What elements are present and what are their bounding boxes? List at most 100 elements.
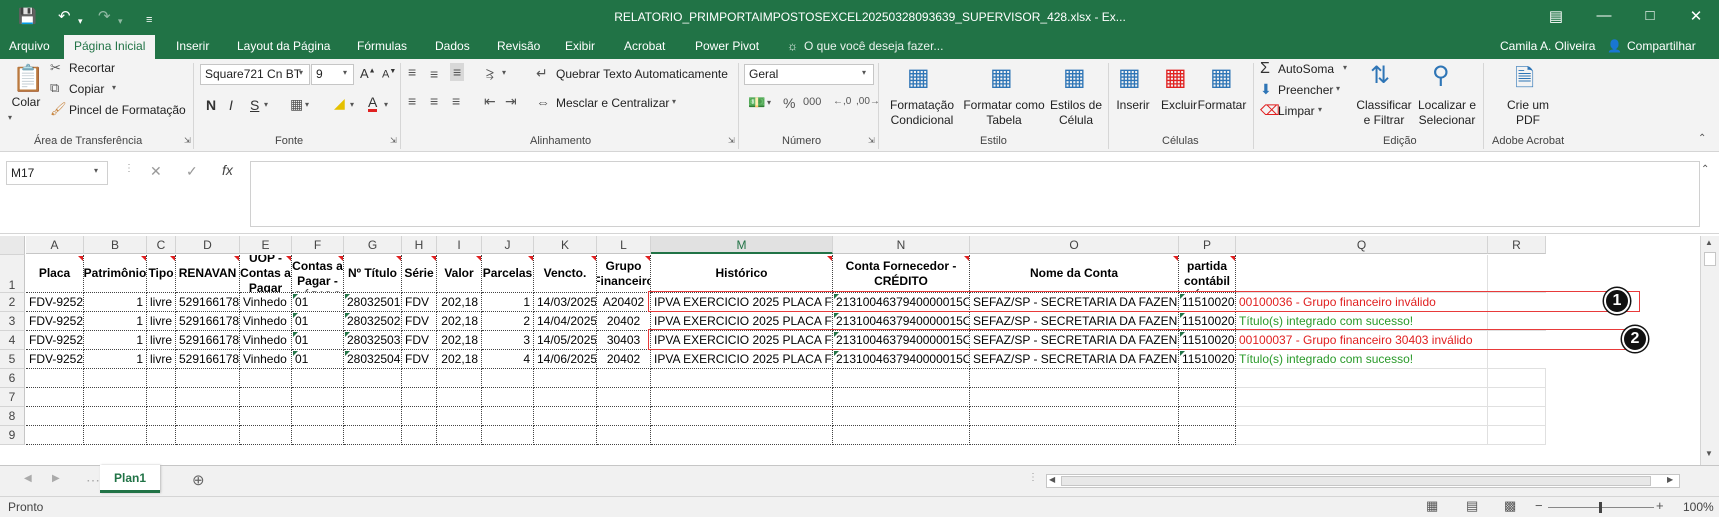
result-message-cell[interactable]: Título(s) integrado com sucesso! (1236, 312, 1488, 331)
vertical-scrollbar[interactable]: ▲ ▼ (1700, 236, 1719, 465)
empty-cell[interactable] (534, 426, 597, 445)
empty-cell[interactable] (147, 426, 176, 445)
sheet-split-icon[interactable]: ⋮ (1028, 472, 1038, 483)
cell-r1[interactable] (1488, 255, 1546, 293)
italic-icon[interactable]: I (229, 97, 233, 113)
cell-e3[interactable]: Vinhedo (240, 312, 292, 331)
empty-cell[interactable] (833, 426, 970, 445)
cell-n5[interactable]: 2131004637940000015O (833, 350, 970, 369)
h-scroll-thumb[interactable] (1061, 476, 1651, 486)
fill-color-icon[interactable]: ◢ (334, 95, 345, 112)
empty-cell[interactable] (1236, 388, 1488, 407)
cell-j3[interactable]: 2 (482, 312, 534, 331)
cell-d4[interactable]: 529166178 (176, 331, 240, 350)
conditional-formatting-icon[interactable]: ▦ (907, 63, 930, 92)
cell-g2[interactable]: 28032501 (344, 293, 402, 312)
cell-styles-icon[interactable]: ▦ (1063, 63, 1086, 92)
clipboard-launcher-icon[interactable]: ⇲ (184, 136, 191, 145)
empty-cell[interactable] (970, 388, 1179, 407)
redo-icon[interactable]: ↷ (98, 7, 111, 27)
cell-b5[interactable]: 1 (84, 350, 147, 369)
align-center-icon[interactable]: ≡ (430, 93, 438, 109)
result-message-cell[interactable]: 00100037 - Grupo financeiro 30403 inváli… (1236, 331, 1488, 350)
column-header-f[interactable]: F (292, 236, 344, 254)
decrease-indent-icon[interactable]: ⇤ (484, 93, 496, 110)
bold-icon[interactable]: N (206, 97, 216, 113)
empty-cell[interactable] (833, 407, 970, 426)
font-size-dropdown-icon[interactable]: ▾ (343, 68, 347, 77)
tab-insert[interactable]: Inserir (176, 39, 209, 53)
header-cell-e[interactable]: UOP - Contas a Pagar (240, 255, 292, 293)
underline-dropdown-icon[interactable]: ▾ (264, 100, 268, 109)
autosum-button[interactable]: AutoSoma (1278, 62, 1334, 76)
cell-d5[interactable]: 529166178 (176, 350, 240, 369)
zoom-slider-thumb[interactable] (1599, 502, 1602, 513)
maximize-button[interactable]: □ (1630, 7, 1670, 24)
cell-f5[interactable]: 01 (292, 350, 344, 369)
wrap-text-button[interactable]: Quebrar Texto Automaticamente (556, 67, 728, 81)
font-color-dropdown-icon[interactable]: ▾ (384, 100, 388, 109)
next-sheet-icon[interactable]: ▶ (52, 473, 60, 484)
clear-button[interactable]: Limpar (1278, 104, 1315, 118)
conditional-formatting-button[interactable]: Formatação Condicional (884, 98, 960, 128)
paste-button[interactable]: Colar (8, 95, 44, 110)
empty-cell[interactable] (26, 388, 84, 407)
formula-input[interactable] (250, 161, 1700, 227)
cell-q1[interactable] (1236, 255, 1488, 293)
insert-function-icon[interactable]: fx (222, 162, 233, 178)
column-header-h[interactable]: H (402, 236, 437, 254)
format-painter-button[interactable]: Pincel de Formatação (69, 103, 186, 117)
column-header-m[interactable]: M (651, 236, 833, 254)
fill-button[interactable]: Preencher (1278, 83, 1333, 97)
tab-acrobat[interactable]: Acrobat (624, 39, 665, 53)
find-select-icon[interactable]: ⚲ (1432, 61, 1450, 90)
row-header-1[interactable]: 1 (0, 255, 25, 293)
insert-cells-button[interactable]: Inserir (1112, 98, 1154, 113)
copy-dropdown-icon[interactable]: ▾ (112, 83, 116, 92)
fill-color-dropdown-icon[interactable]: ▾ (350, 100, 354, 109)
cell-f2[interactable]: 01 (292, 293, 344, 312)
cell-f3[interactable]: 01 (292, 312, 344, 331)
cell-p3[interactable]: 11510020 (1179, 312, 1236, 331)
empty-cell[interactable] (597, 407, 651, 426)
tab-formulas[interactable]: Fórmulas (357, 39, 407, 53)
column-header-i[interactable]: I (437, 236, 482, 254)
find-select-button[interactable]: Localizar e Selecionar (1414, 98, 1480, 128)
cell-g4[interactable]: 28032503 (344, 331, 402, 350)
shrink-font-icon[interactable]: A▼ (382, 68, 396, 81)
copy-button[interactable]: Copiar (69, 82, 104, 96)
cell-k3[interactable]: 14/04/2025 (534, 312, 597, 331)
empty-cell[interactable] (176, 369, 240, 388)
borders-dropdown-icon[interactable]: ▾ (305, 100, 309, 109)
empty-cell[interactable] (344, 426, 402, 445)
empty-cell[interactable] (970, 369, 1179, 388)
empty-cell[interactable] (147, 388, 176, 407)
cell-e4[interactable]: Vinhedo (240, 331, 292, 350)
borders-icon[interactable]: ▦ (290, 96, 303, 113)
wrap-text-icon[interactable]: ↵ (536, 65, 548, 82)
cell-i5[interactable]: 202,18 (437, 350, 482, 369)
create-pdf-icon[interactable]: 🗎 (1515, 61, 1534, 102)
empty-cell[interactable] (597, 369, 651, 388)
cell-l3[interactable]: 20402 (597, 312, 651, 331)
tab-file[interactable]: Arquivo (9, 39, 50, 53)
cell-a3[interactable]: FDV-9252 (26, 312, 84, 331)
empty-cell[interactable] (597, 426, 651, 445)
empty-cell[interactable] (176, 388, 240, 407)
format-as-table-icon[interactable]: ▦ (990, 63, 1013, 92)
cell-m3[interactable]: IPVA EXERCICIO 2025 PLACA FDV- (651, 312, 833, 331)
empty-cell[interactable] (1488, 388, 1546, 407)
row-header-7[interactable]: 7 (0, 388, 25, 407)
merge-center-dropdown-icon[interactable]: ▾ (672, 97, 676, 106)
empty-cell[interactable] (1179, 426, 1236, 445)
cell-i2[interactable]: 202,18 (437, 293, 482, 312)
empty-cell[interactable] (437, 407, 482, 426)
zoom-level[interactable]: 100% (1683, 500, 1714, 514)
align-bottom-icon[interactable]: ≡ (450, 63, 465, 81)
clear-icon[interactable]: ⌫ (1260, 102, 1280, 119)
empty-cell[interactable] (292, 426, 344, 445)
percent-icon[interactable]: % (783, 95, 795, 111)
formula-bar-resize-icon[interactable]: ⋮ (124, 163, 134, 174)
delete-cells-icon[interactable]: ▦ (1164, 63, 1187, 92)
formula-bar-collapse-icon[interactable]: ⌃ (1701, 164, 1709, 175)
